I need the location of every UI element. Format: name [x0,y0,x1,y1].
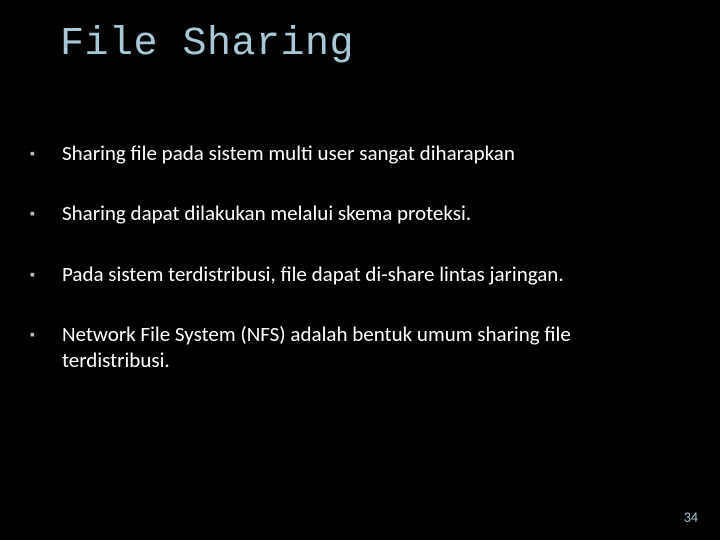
bullet-marker-icon: ▪ [30,145,44,163]
bullet-text: Sharing file pada sistem multi user sang… [62,140,515,166]
list-item: ▪ Sharing file pada sistem multi user sa… [30,140,680,166]
list-item: ▪ Pada sistem terdistribusi, file dapat … [30,261,680,287]
bullet-marker-icon: ▪ [30,266,44,284]
list-item: ▪ Sharing dapat dilakukan melalui skema … [30,200,680,226]
page-number: 34 [684,509,698,526]
slide-title: File Sharing [60,22,354,67]
slide: File Sharing ▪ Sharing file pada sistem … [0,0,720,540]
bullet-marker-icon: ▪ [30,205,44,223]
bullet-text: Pada sistem terdistribusi, file dapat di… [62,261,564,287]
bullet-text: Network File System (NFS) adalah bentuk … [62,321,680,374]
list-item: ▪ Network File System (NFS) adalah bentu… [30,321,680,374]
bullet-text: Sharing dapat dilakukan melalui skema pr… [62,200,471,226]
slide-body: ▪ Sharing file pada sistem multi user sa… [30,140,680,407]
bullet-marker-icon: ▪ [30,326,44,344]
